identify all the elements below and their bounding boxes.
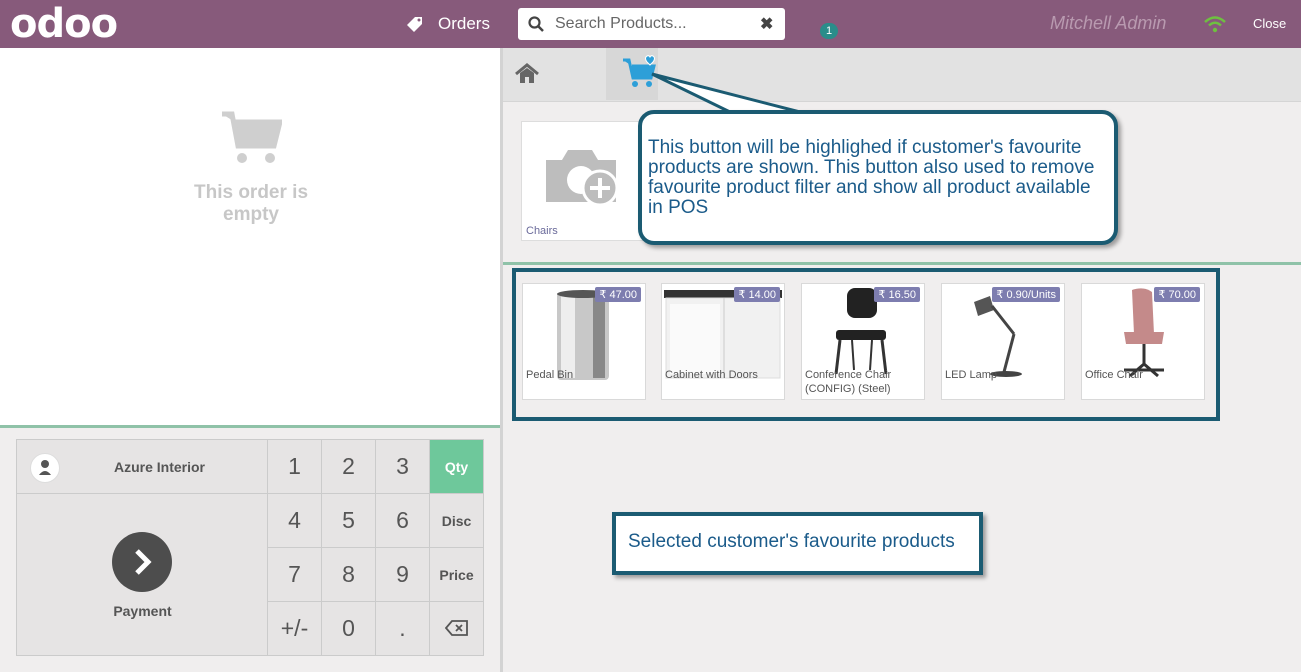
annotation-text: This button will be highlighed if custom…	[648, 137, 1095, 218]
user-icon	[30, 453, 60, 483]
numpad-key-0[interactable]: 0	[322, 602, 376, 656]
control-pad: Azure Interior Payment 1 2 3 Qty 4 5 6 D…	[16, 439, 484, 656]
mode-price-button[interactable]: Price	[430, 548, 484, 602]
numpad-key-4[interactable]: 4	[268, 494, 322, 548]
search-box: ✖	[518, 8, 785, 40]
numpad-key-dot[interactable]: .	[376, 602, 430, 656]
chevron-right-icon	[112, 532, 172, 592]
category-divider	[503, 262, 1301, 265]
search-icon	[528, 16, 544, 37]
customer-name: Azure Interior	[113, 459, 205, 475]
favourite-button-annotation: This button will be highlighed if custom…	[638, 110, 1118, 245]
category-chairs[interactable]: Chairs	[521, 121, 643, 241]
camera-add-icon	[542, 140, 622, 215]
numpad-key-1[interactable]: 1	[268, 440, 322, 494]
clear-search-icon[interactable]: ✖	[760, 14, 773, 34]
numpad-key-3[interactable]: 3	[376, 440, 430, 494]
numpad-key-plusminus[interactable]: +/-	[268, 602, 322, 656]
backspace-icon	[444, 615, 469, 642]
ticket-icon: 1	[404, 13, 838, 39]
category-name: Chairs	[526, 225, 558, 237]
numpad-key-5[interactable]: 5	[322, 494, 376, 548]
mode-qty-button[interactable]: Qty	[430, 440, 484, 494]
empty-order-text: This order is empty	[193, 182, 309, 225]
home-icon[interactable]	[513, 62, 541, 91]
numpad-key-8[interactable]: 8	[322, 548, 376, 602]
backspace-button[interactable]	[430, 602, 484, 656]
orders-label: Orders	[438, 14, 490, 33]
numpad-key-6[interactable]: 6	[376, 494, 430, 548]
payment-button[interactable]: Payment	[17, 494, 268, 656]
orders-button[interactable]: 1 Orders	[404, 10, 838, 39]
numpad-key-7[interactable]: 7	[268, 548, 322, 602]
odoo-logo: odoo	[10, 1, 118, 47]
search-input[interactable]	[555, 12, 755, 36]
wifi-icon	[1203, 15, 1227, 38]
numpad-key-9[interactable]: 9	[376, 548, 430, 602]
orders-count-badge: 1	[820, 23, 838, 39]
annotation-text: Selected customer's favourite products	[628, 531, 955, 552]
set-customer-button[interactable]: Azure Interior	[17, 440, 268, 494]
favourite-products-annotation: Selected customer's favourite products	[612, 512, 983, 575]
mode-disc-button[interactable]: Disc	[430, 494, 484, 548]
user-name: Mitchell Admin	[1050, 13, 1167, 33]
payment-label: Payment	[113, 603, 172, 619]
empty-cart-icon	[220, 110, 284, 171]
numpad-key-2[interactable]: 2	[322, 440, 376, 494]
favourite-products-highlight	[512, 268, 1220, 421]
close-button[interactable]: Close	[1253, 16, 1286, 31]
